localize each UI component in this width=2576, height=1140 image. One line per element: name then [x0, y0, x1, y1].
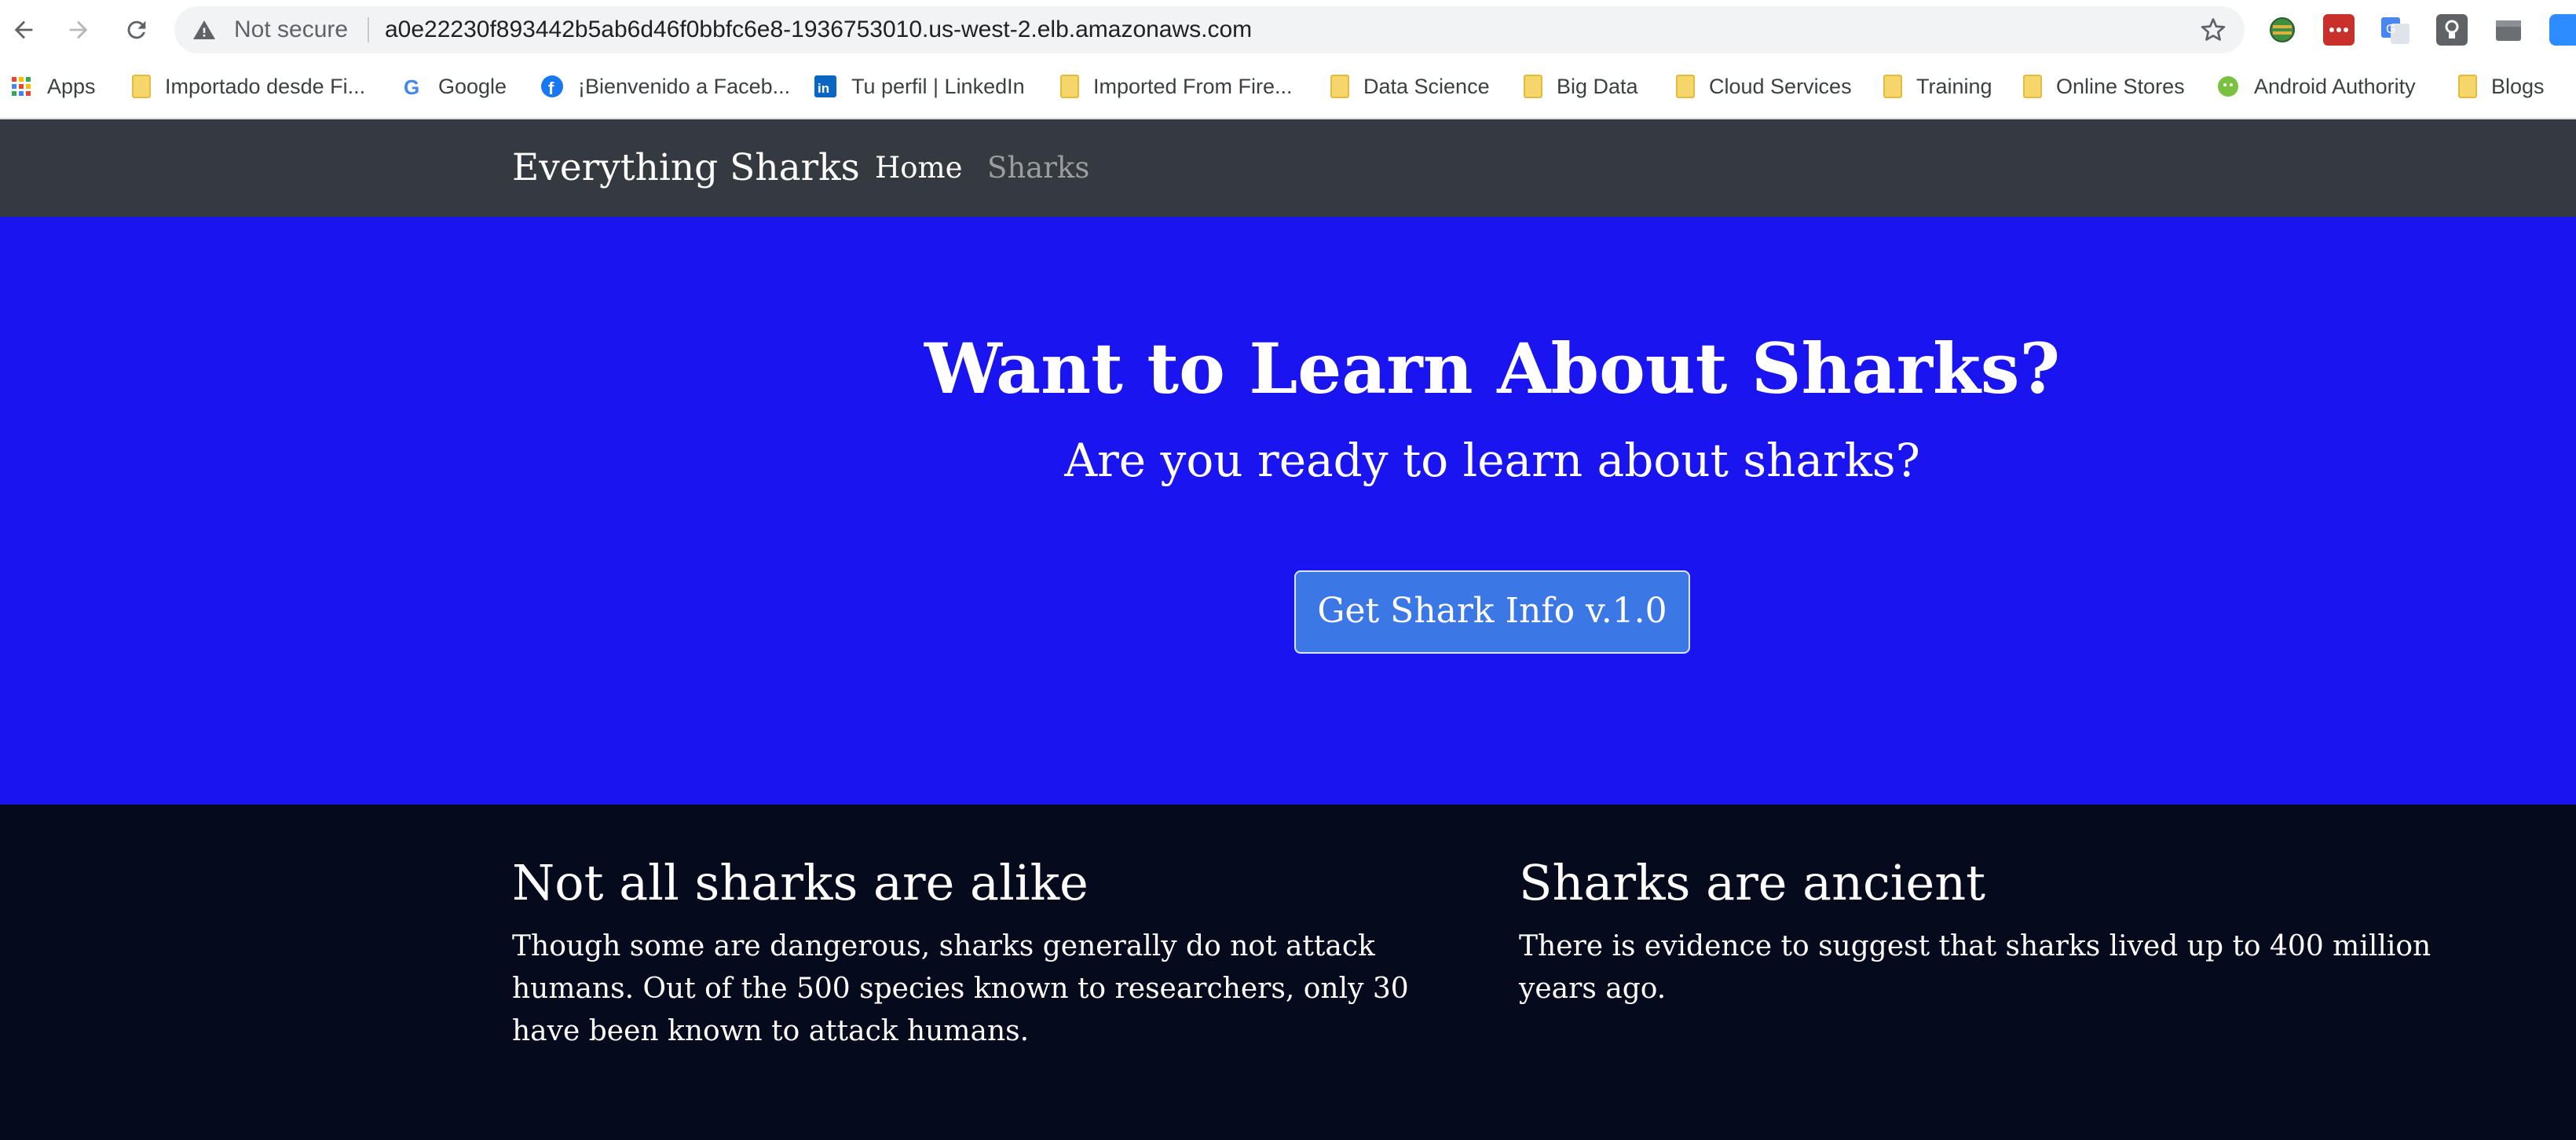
bookmark-label: Tu perfil | LinkedIn [851, 74, 1025, 98]
forward-button[interactable] [60, 11, 97, 49]
box-extension-icon[interactable] [2493, 14, 2524, 46]
keep-icon[interactable] [2436, 14, 2468, 46]
folder-icon [1676, 75, 1695, 98]
address-separator [368, 17, 369, 42]
linkedin-icon: in [814, 75, 836, 97]
bookmark-label: Online Stores [2056, 74, 2185, 98]
bookmark-linkedin[interactable]: in Tu perfil | LinkedIn [814, 71, 1025, 102]
zoom-icon[interactable] [2549, 14, 2576, 46]
hero-title: Want to Learn About Sharks? [924, 328, 2061, 409]
address-row: Not secure a0e22230f893442b5ab6d46f0bbfc… [0, 0, 2576, 60]
fact-heading: Sharks are ancient [1519, 854, 1986, 911]
lastpass-icon[interactable] [2323, 14, 2355, 46]
globe-extension-icon[interactable] [2267, 14, 2298, 46]
bookmark-online-stores[interactable]: Online Stores [2023, 71, 2185, 102]
security-status[interactable]: Not secure [234, 14, 348, 46]
warning-icon [193, 20, 215, 39]
brand-link[interactable]: Everything Sharks [512, 143, 860, 193]
facts-section: Not all sharks are alike Though some are… [0, 805, 2576, 1140]
bookmark-blogs[interactable]: Blogs [2458, 71, 2545, 102]
reload-icon [127, 20, 146, 39]
bookmark-label: Training [1916, 74, 1992, 98]
apps-grid-icon [12, 77, 31, 96]
browser-chrome: Not secure a0e22230f893442b5ab6d46f0bbfc… [0, 0, 2576, 119]
bookmark-label: Cloud Services [1709, 74, 1852, 98]
bookmark-apps[interactable]: Apps [9, 71, 96, 102]
bookmark-label: Android Authority [2254, 74, 2416, 98]
nav-link-home[interactable]: Home [875, 146, 963, 190]
bookmark-big-data[interactable]: Big Data [1524, 71, 1638, 102]
fact-card: Sharks are ancient There is evidence to … [1519, 852, 2446, 1010]
folder-icon [1330, 75, 1349, 98]
folder-icon [2023, 75, 2042, 98]
bookmark-data-science[interactable]: Data Science [1330, 71, 1490, 102]
google-translate-icon[interactable]: G [2380, 14, 2411, 46]
get-shark-info-button[interactable]: Get Shark Info v.1.0 [1294, 570, 1690, 654]
folder-icon [1883, 75, 1902, 98]
svg-text:G: G [2386, 23, 2395, 36]
bookmark-label: Blogs [2491, 74, 2545, 98]
bookmark-label: Data Science [1363, 74, 1490, 98]
bookmark-label: Google [438, 74, 507, 98]
bookmark-google[interactable]: G Google [401, 71, 507, 102]
address-bar[interactable]: Not secure a0e22230f893442b5ab6d46f0bbfc… [174, 6, 2245, 53]
bookmark-android-authority[interactable]: Android Authority [2216, 71, 2416, 102]
bookmark-label: Importado desde Fi... [165, 74, 366, 98]
bookmark-cloud-services[interactable]: Cloud Services [1676, 71, 1852, 102]
folder-icon [132, 75, 151, 98]
back-button[interactable] [5, 11, 42, 49]
svg-text:f: f [548, 79, 554, 98]
folder-icon [2458, 75, 2477, 98]
site-navbar: Everything Sharks Home Sharks [0, 119, 2576, 217]
reload-button[interactable] [118, 11, 156, 49]
android-icon [2218, 76, 2238, 97]
bookmark-imported-firefox[interactable]: Imported From Fire... [1060, 71, 1293, 102]
facebook-icon: f [541, 75, 563, 98]
bookmark-label: ¡Bienvenido a Faceb... [578, 74, 791, 98]
bookmark-importado[interactable]: Importado desde Fi... [132, 71, 365, 102]
bookmark-facebook[interactable]: f ¡Bienvenido a Faceb... [540, 71, 790, 102]
star-icon[interactable] [2199, 16, 2227, 44]
nav-link-sharks[interactable]: Sharks [987, 146, 1089, 190]
hero-subtitle: Are you ready to learn about sharks? [1064, 434, 1920, 487]
back-icon [14, 20, 33, 39]
folder-icon [1524, 75, 1542, 98]
forward-icon [69, 20, 88, 39]
svg-text:in: in [818, 81, 829, 96]
bookmark-label: Apps [47, 74, 96, 98]
hero-section: Want to Learn About Sharks? Are you read… [0, 217, 2576, 805]
url-text[interactable]: a0e22230f893442b5ab6d46f0bbfc6e8-1936753… [385, 14, 1252, 46]
fact-heading: Not all sharks are alike [512, 854, 1089, 911]
google-icon: G [404, 75, 419, 98]
bookmark-label: Imported From Fire... [1093, 74, 1293, 98]
bookmark-label: Big Data [1557, 74, 1638, 98]
fact-body: Though some are dangerous, sharks genera… [512, 930, 1409, 1047]
fact-body: There is evidence to suggest that sharks… [1519, 930, 2431, 1005]
fact-card: Not all sharks are alike Though some are… [512, 852, 1478, 1053]
folder-icon [1060, 75, 1079, 98]
bookmark-training[interactable]: Training [1883, 71, 1992, 102]
bookmarks-bar: Apps Importado desde Fi... G Google f ¡B… [0, 60, 2576, 115]
svg-text:G: G [404, 75, 419, 98]
